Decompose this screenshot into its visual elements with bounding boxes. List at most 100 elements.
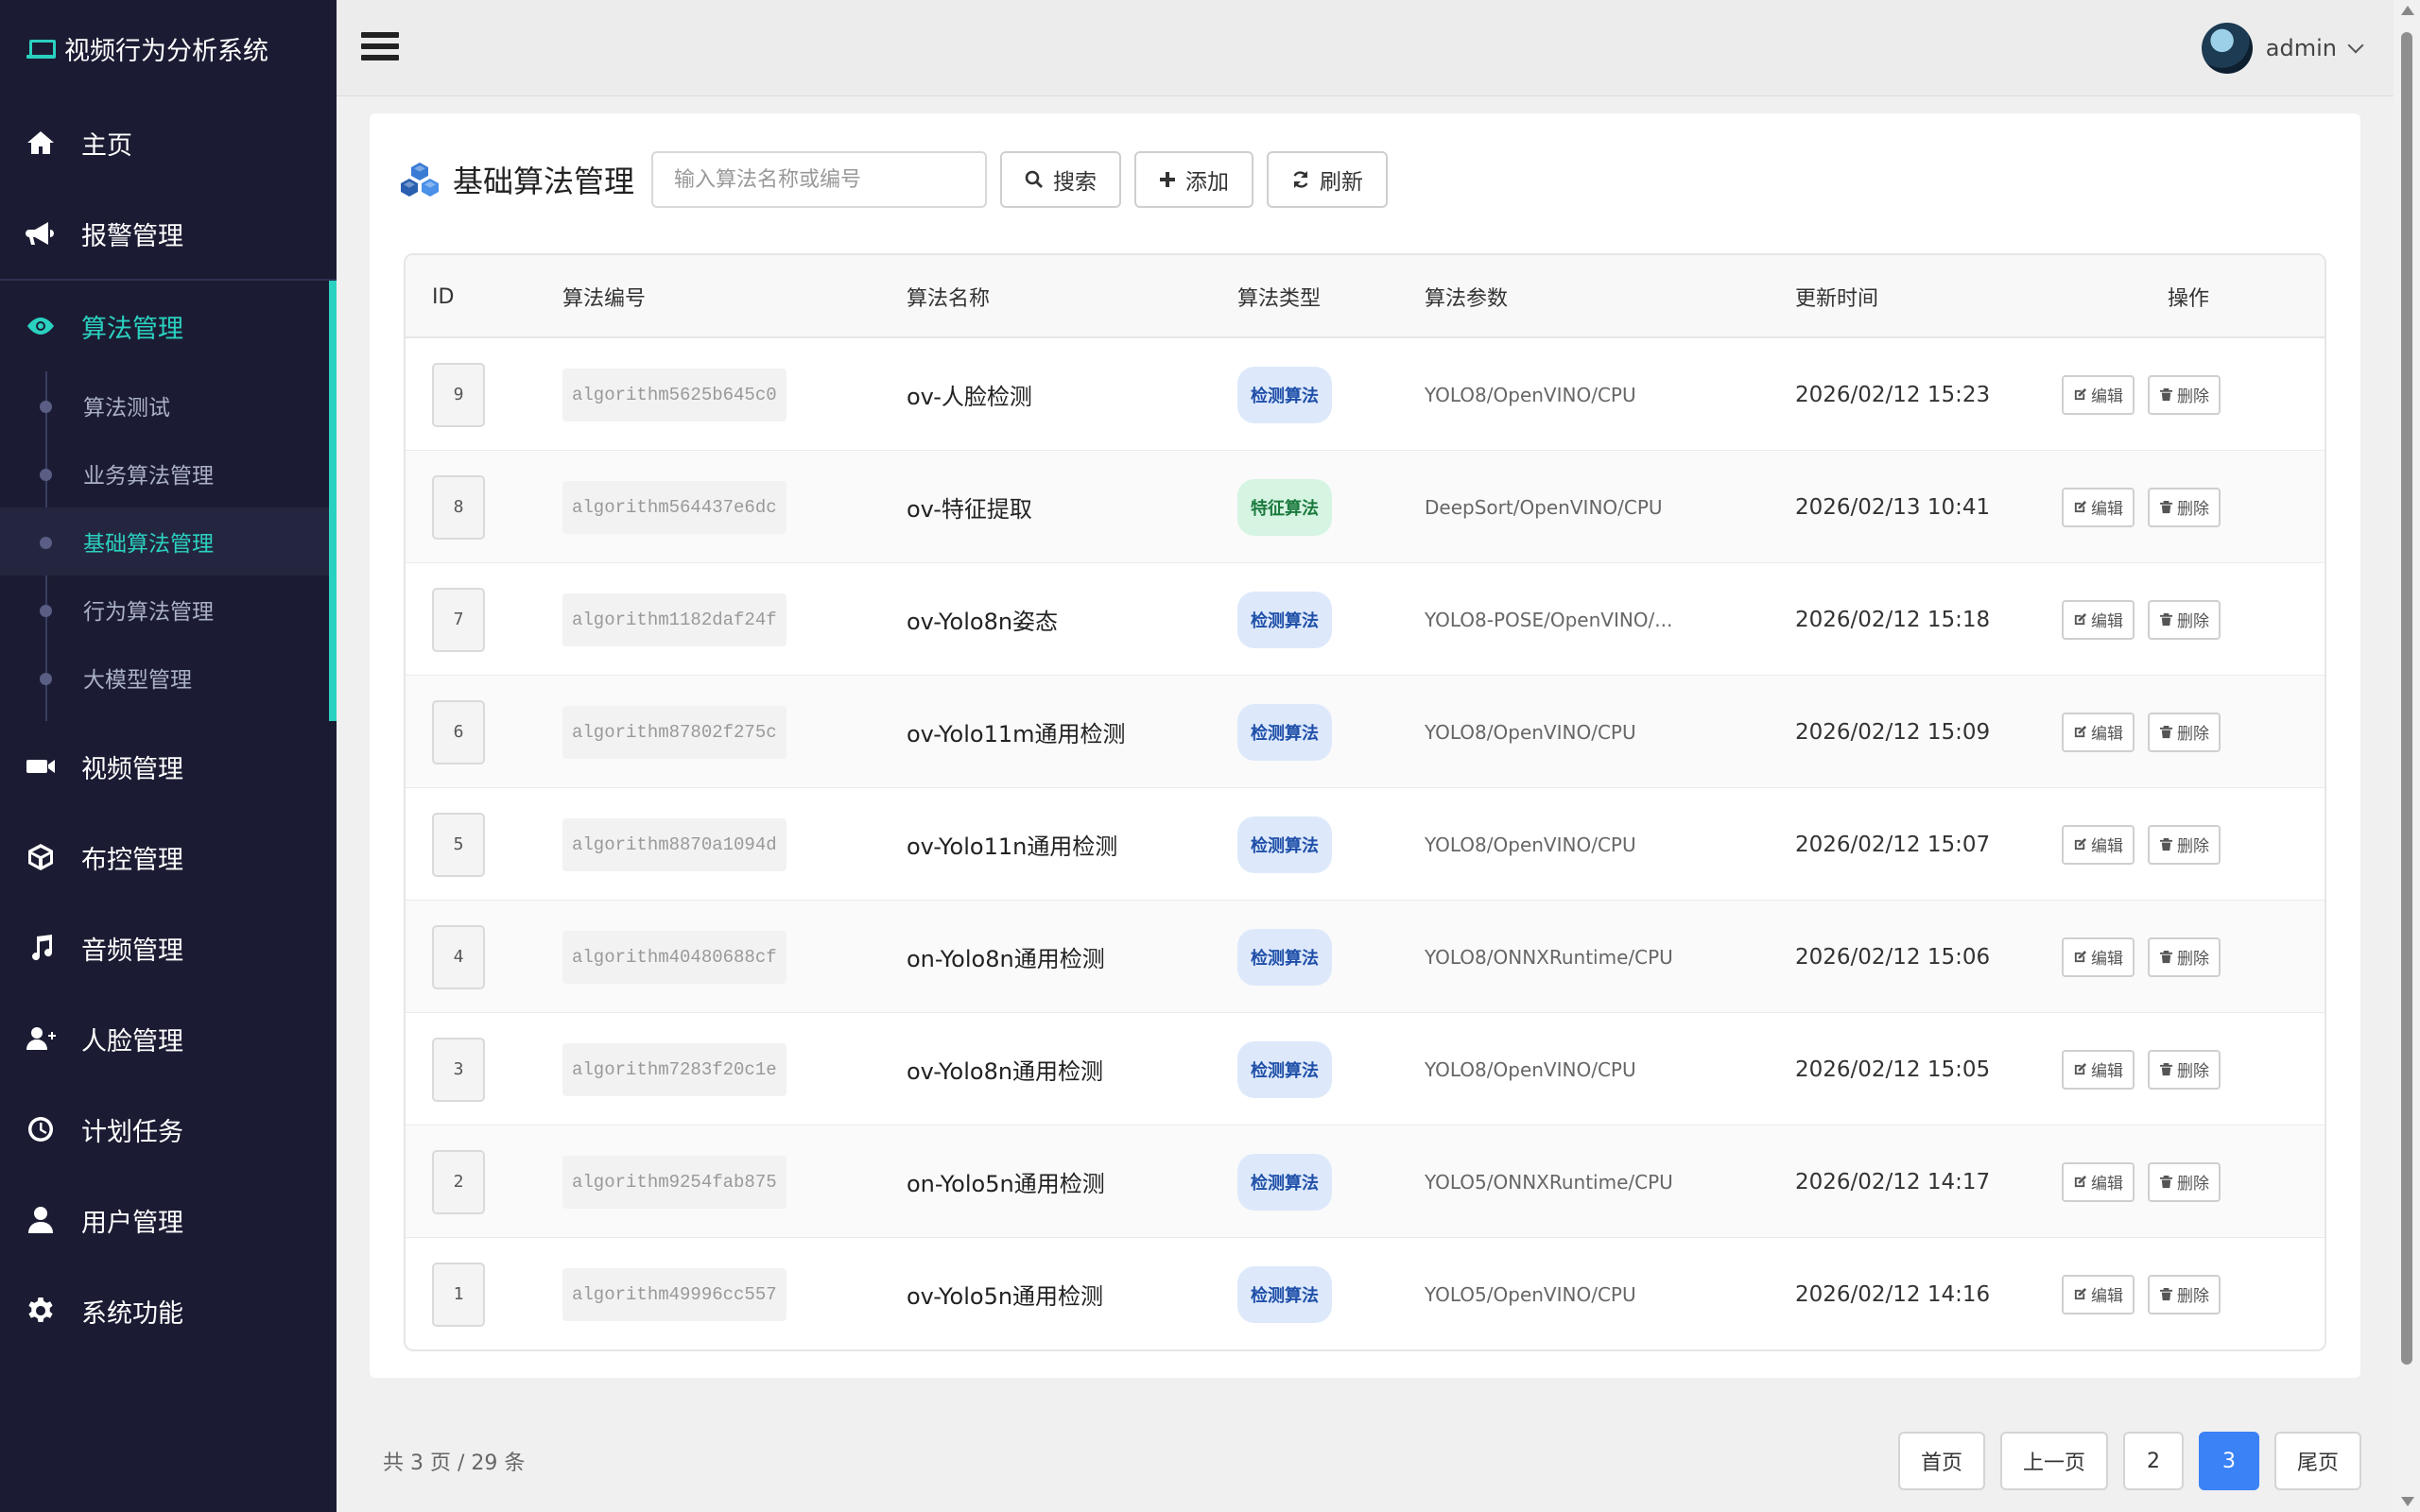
delete-button[interactable]: 删除: [2148, 712, 2221, 752]
delete-button[interactable]: 删除: [2148, 1274, 2221, 1314]
delete-label: 删除: [2177, 725, 2209, 744]
row-id: 5: [432, 812, 485, 877]
updated-time: 2026/02/12 14:16: [1795, 1281, 1991, 1307]
type-badge: 检测算法: [1237, 1040, 1332, 1098]
search-button[interactable]: 搜索: [1000, 151, 1122, 208]
algorithm-submenu: 算法测试 业务算法管理 基础算法管理 行为算法管理 大模型管理: [0, 371, 329, 721]
submenu-item-business-algorithm[interactable]: 业务算法管理: [0, 439, 329, 507]
submenu-label: 行为算法管理: [83, 600, 214, 625]
edit-button[interactable]: 编辑: [2062, 1161, 2135, 1202]
bullet-dot: [40, 537, 52, 549]
edit-button[interactable]: 编辑: [2062, 599, 2135, 640]
algorithm-code: algorithm87802f275c: [562, 705, 786, 759]
trash-icon: [2159, 387, 2173, 402]
delete-label: 删除: [2177, 1175, 2209, 1194]
sidebar-item-system[interactable]: 系统功能: [0, 1265, 337, 1356]
col-ops: 操作: [2168, 287, 2210, 311]
edit-icon: [2073, 725, 2087, 739]
edit-label: 编辑: [2091, 387, 2123, 406]
col-code: 算法编号: [562, 287, 647, 311]
type-badge: 检测算法: [1237, 928, 1332, 986]
submenu-item-basic-algorithm[interactable]: 基础算法管理: [0, 507, 329, 576]
delete-button[interactable]: 删除: [2148, 599, 2221, 640]
delete-button[interactable]: 删除: [2148, 1161, 2221, 1202]
trash-icon: [2159, 1175, 2173, 1189]
first-page-button[interactable]: 首页: [1897, 1432, 1985, 1490]
submenu-item-algorithm-test[interactable]: 算法测试: [0, 371, 329, 439]
scrollbar-thumb[interactable]: [2401, 32, 2412, 1365]
search-button-label: 搜索: [1053, 170, 1098, 195]
algorithm-code: algorithm564437e6dc: [562, 480, 786, 534]
music-icon: [25, 932, 57, 964]
chevron-down-icon: [2347, 37, 2364, 54]
sidebar-item-deployment[interactable]: 布控管理: [0, 812, 337, 902]
edit-button[interactable]: 编辑: [2062, 824, 2135, 865]
edit-icon: [2073, 1175, 2087, 1189]
user-menu[interactable]: admin: [2201, 23, 2364, 74]
delete-button[interactable]: 删除: [2148, 824, 2221, 865]
bullet-dot: [40, 469, 52, 481]
sidebar-item-schedule[interactable]: 计划任务: [0, 1084, 337, 1175]
updated-time: 2026/02/12 15:05: [1795, 1057, 1991, 1082]
edit-label: 编辑: [2091, 612, 2123, 631]
megaphone-icon: [25, 217, 57, 249]
sidebar-item-algorithm[interactable]: 算法管理: [0, 281, 329, 371]
add-button[interactable]: 添加: [1134, 151, 1254, 208]
last-page-button[interactable]: 尾页: [2273, 1432, 2361, 1490]
clock-icon: [25, 1113, 57, 1145]
delete-label: 删除: [2177, 500, 2209, 519]
trash-icon: [2159, 837, 2173, 851]
refresh-button[interactable]: 刷新: [1267, 151, 1389, 208]
sidebar-item-home[interactable]: 主页: [0, 97, 337, 188]
submenu-item-large-model[interactable]: 大模型管理: [0, 644, 329, 712]
row-id: 1: [432, 1262, 485, 1327]
algorithm-code: algorithm9254fab875: [562, 1155, 786, 1209]
type-badge: 检测算法: [1237, 703, 1332, 761]
scroll-down-icon[interactable]: [2401, 1497, 2414, 1506]
algorithm-params: YOLO8-POSE/OpenVINO/...: [1425, 608, 1673, 631]
table-row: 6 algorithm87802f275c ov-Yolo11m通用检测 检测算法 YO…: [406, 676, 2325, 788]
sidebar-item-audio[interactable]: 音频管理: [0, 902, 337, 993]
pagination-summary: 共 3 页 / 29 条: [383, 1452, 526, 1475]
sidebar-item-users[interactable]: 用户管理: [0, 1175, 337, 1265]
page-button-3[interactable]: 3: [2198, 1432, 2259, 1490]
updated-time: 2026/02/12 15:09: [1795, 719, 1991, 745]
edit-button[interactable]: 编辑: [2062, 936, 2135, 977]
type-badge: 检测算法: [1237, 591, 1332, 648]
row-id: 3: [432, 1037, 485, 1102]
algorithm-name: ov-Yolo8n通用检测: [907, 1058, 1104, 1085]
vertical-scrollbar[interactable]: [2394, 0, 2420, 1512]
delete-button[interactable]: 删除: [2148, 374, 2221, 415]
bullet-dot: [40, 605, 52, 617]
delete-button[interactable]: 删除: [2148, 487, 2221, 527]
scroll-up-icon[interactable]: [2401, 6, 2414, 15]
edit-button[interactable]: 编辑: [2062, 1274, 2135, 1314]
sidebar-item-face[interactable]: 人脸管理: [0, 993, 337, 1084]
sidebar-item-label: 系统功能: [81, 1298, 183, 1329]
delete-button[interactable]: 删除: [2148, 936, 2221, 977]
delete-button[interactable]: 删除: [2148, 1049, 2221, 1090]
edit-button[interactable]: 编辑: [2062, 1049, 2135, 1090]
search-input[interactable]: [651, 151, 988, 208]
edit-button[interactable]: 编辑: [2062, 712, 2135, 752]
edit-button[interactable]: 编辑: [2062, 487, 2135, 527]
submenu-item-behavior-algorithm[interactable]: 行为算法管理: [0, 576, 329, 644]
prev-page-button[interactable]: 上一页: [1999, 1432, 2108, 1490]
edit-icon: [2073, 837, 2087, 851]
page-button-2[interactable]: 2: [2122, 1432, 2184, 1490]
submenu-label: 大模型管理: [83, 668, 192, 693]
sidebar-item-video[interactable]: 视频管理: [0, 721, 337, 812]
home-icon: [25, 127, 57, 159]
edit-button[interactable]: 编辑: [2062, 374, 2135, 415]
delete-label: 删除: [2177, 612, 2209, 631]
table-row: 3 algorithm7283f20c1e ov-Yolo8n通用检测 检测算法 YOL…: [406, 1013, 2325, 1125]
trash-icon: [2159, 725, 2173, 739]
gear-icon: [25, 1295, 57, 1327]
sidebar-item-alarm[interactable]: 报警管理: [0, 188, 337, 279]
page-title: 基础算法管理: [453, 163, 635, 199]
algorithm-params: YOLO8/OpenVINO/CPU: [1425, 383, 1636, 406]
menu-toggle-icon[interactable]: [361, 32, 399, 64]
algorithm-name: ov-人脸检测: [907, 384, 1032, 410]
trash-icon: [2159, 1287, 2173, 1301]
add-button-label: 添加: [1185, 170, 1230, 195]
